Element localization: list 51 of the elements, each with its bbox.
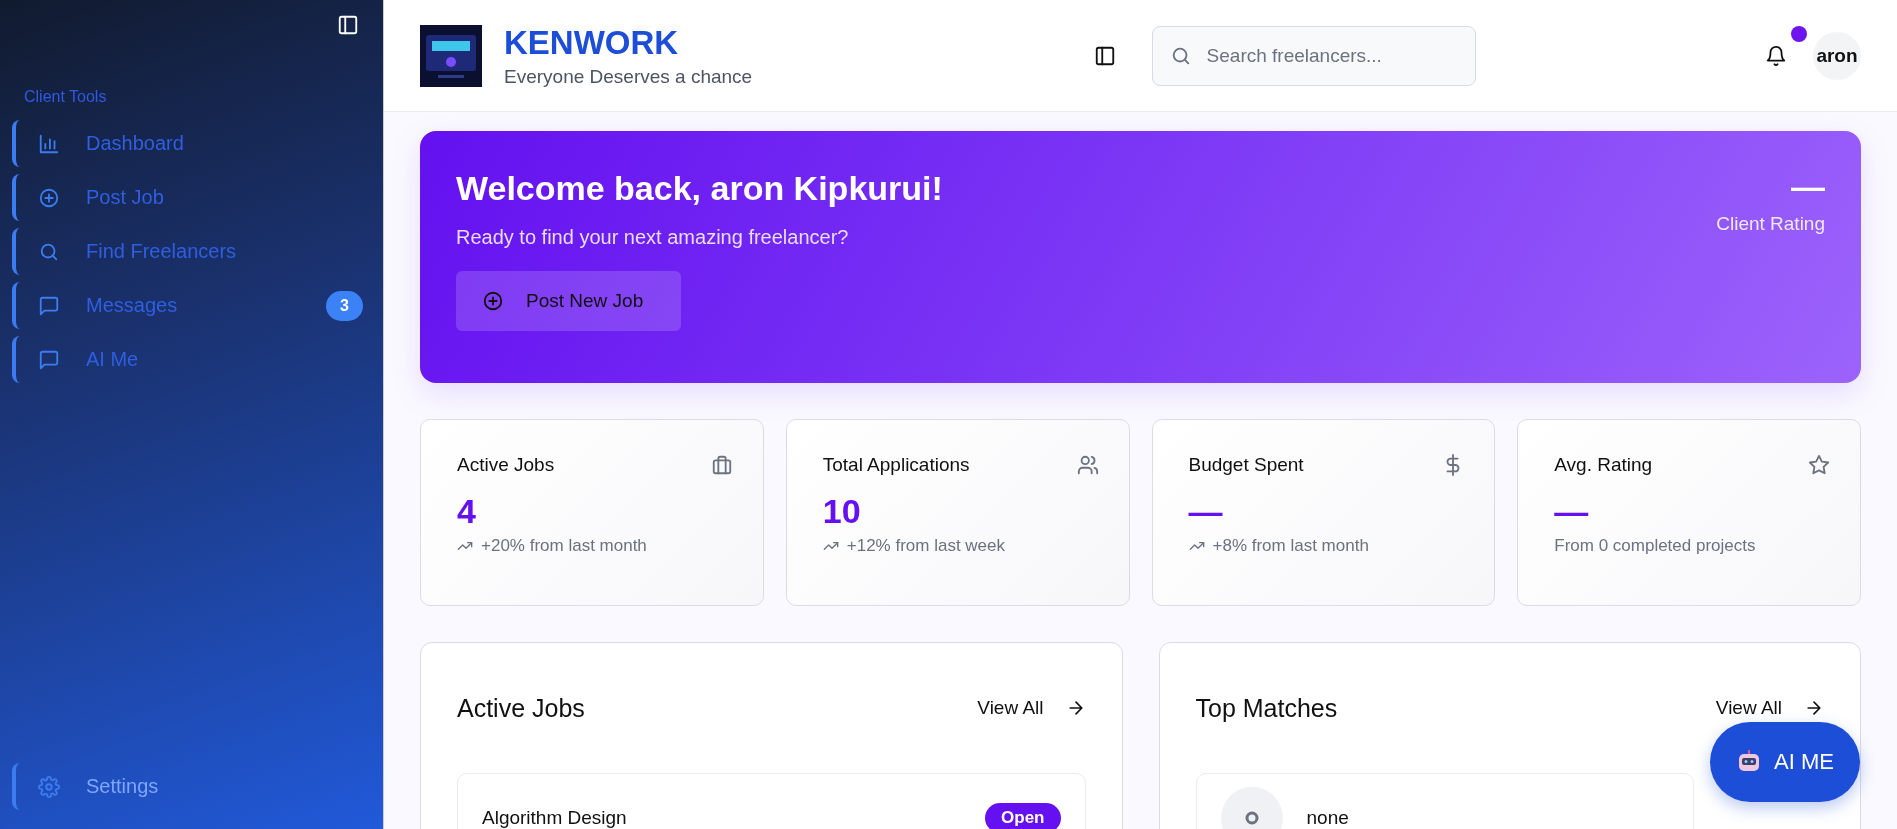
- nav-item[interactable]: Dashboard: [12, 120, 363, 167]
- brand-tagline: Everyone Deserves a chance: [504, 65, 753, 88]
- stat-title: Avg. Rating: [1554, 454, 1653, 476]
- nav-item[interactable]: Post Job: [12, 174, 363, 221]
- stat-title: Active Jobs: [457, 454, 555, 476]
- user-avatar[interactable]: aron: [1813, 31, 1861, 80]
- stat-value: 10: [822, 494, 862, 528]
- chat-bubble-icon: [38, 294, 60, 317]
- rating-label: Client Rating: [1716, 213, 1825, 235]
- stat-note: +20% from last month: [481, 536, 647, 556]
- panel-title: Active Jobs: [457, 693, 585, 723]
- welcome-title: Welcome back, aron Kipkurui!: [456, 169, 943, 208]
- post-job-button[interactable]: Post New Job: [456, 271, 681, 331]
- stat-value: —: [1188, 494, 1224, 528]
- nav-item[interactable]: Find Freelancers: [12, 228, 363, 275]
- sidebar-toggle-icon: [1093, 44, 1116, 67]
- gear-icon: [38, 775, 60, 798]
- stat-title: Total Applications: [822, 454, 970, 476]
- stat-note: +8% from last month: [1212, 536, 1369, 556]
- job-card[interactable]: Algorithm Design Open: [457, 773, 1086, 829]
- chat-bubble-icon: [38, 348, 60, 371]
- stat-value: —: [1554, 494, 1590, 528]
- plus-circle-icon: [38, 186, 60, 209]
- section-title: Client Tools: [24, 88, 108, 106]
- brand-name: KENWORK: [504, 23, 680, 62]
- rating-value: —: [1791, 169, 1825, 203]
- plus-circle-icon: [482, 290, 504, 312]
- bell-icon: [1765, 44, 1787, 67]
- briefcase-icon: [710, 454, 733, 476]
- users-icon: [1076, 454, 1099, 476]
- match-card[interactable]: none: [1195, 773, 1694, 829]
- stat-note: From 0 completed projects: [1554, 536, 1756, 556]
- ring-icon: [1243, 810, 1260, 826]
- bar-chart-icon: [38, 132, 60, 155]
- sidebar-toggle-icon: [337, 14, 359, 36]
- nav-item[interactable]: AI Me: [12, 336, 363, 383]
- match-name: none: [1306, 807, 1349, 829]
- star-icon: [1808, 454, 1830, 476]
- panel-title: Top Matches: [1195, 693, 1338, 723]
- stat-note: +12% from last week: [846, 536, 1005, 556]
- stat-value: 4: [457, 494, 477, 528]
- job-title: Algorithm Design: [482, 807, 627, 829]
- search-field[interactable]: Search freelancers...: [1151, 25, 1476, 86]
- view-all-link[interactable]: View All: [977, 697, 1086, 719]
- nav-item[interactable]: Messages 3: [12, 282, 363, 329]
- nav-item[interactable]: Settings: [12, 763, 363, 810]
- status-badge: Open: [985, 803, 1061, 829]
- welcome-subtitle: Ready to find your next amazing freelancer?: [456, 226, 850, 249]
- stat-title: Budget Spent: [1188, 454, 1304, 476]
- view-all-link[interactable]: View All: [1715, 697, 1824, 719]
- count-badge: 3: [326, 290, 363, 321]
